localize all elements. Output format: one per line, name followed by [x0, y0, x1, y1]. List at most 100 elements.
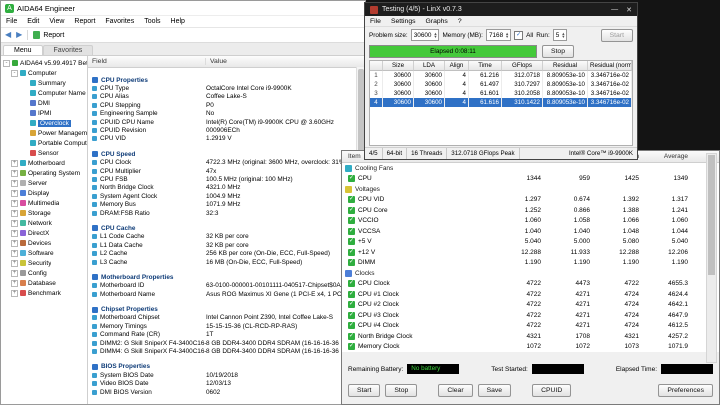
column-header-field[interactable]: Field — [88, 58, 206, 65]
checkbox-icon[interactable] — [348, 312, 355, 319]
expand-icon[interactable]: + — [11, 160, 18, 167]
header-gflops[interactable]: GFlops — [502, 61, 543, 71]
checkbox-icon[interactable] — [348, 249, 355, 256]
expand-icon[interactable]: - — [11, 70, 18, 77]
sensor-row[interactable]: DIMM 1.190 1.190 1.190 1.190 — [342, 258, 719, 269]
checkbox-icon[interactable] — [348, 196, 355, 203]
sensor-row[interactable]: Memory Clock 1072 1072 1073 1071.9 — [342, 342, 719, 353]
expand-icon[interactable]: + — [11, 290, 18, 297]
header-size[interactable]: Size — [383, 61, 414, 71]
table-row[interactable]: System BIOS Date 10/19/2018 — [88, 371, 365, 379]
checkbox-icon[interactable] — [348, 175, 355, 182]
tree-item[interactable]: + Config — [1, 268, 87, 278]
tree-item[interactable]: + Devices — [1, 238, 87, 248]
tree-item[interactable]: + Server — [1, 178, 87, 188]
table-row[interactable]: CPU Speed — [88, 150, 365, 158]
stability-button[interactable]: Preferences — [658, 384, 713, 397]
aida64-titlebar[interactable]: A AIDA64 Engineer — [1, 1, 365, 16]
expand-icon[interactable]: + — [11, 280, 18, 287]
table-row[interactable]: L2 Cache 256 KB per core (On-Die, ECC, F… — [88, 249, 365, 257]
header-residual[interactable]: Residual — [543, 61, 588, 71]
expand-icon[interactable]: + — [11, 270, 18, 277]
menu-item[interactable]: View — [44, 18, 69, 25]
tree-item[interactable]: DMI — [1, 98, 87, 108]
sensor-row[interactable]: CPU #3 Clock 4722 4271 4724 4647.9 — [342, 310, 719, 321]
minimize-icon[interactable]: — — [611, 6, 618, 14]
tree-item[interactable]: Overclock — [1, 118, 87, 128]
checkbox-icon[interactable] — [348, 228, 355, 235]
sensor-row[interactable]: Voltages — [342, 184, 719, 195]
table-row[interactable]: DMI BIOS Version 0602 — [88, 388, 365, 396]
stability-button[interactable]: Save — [478, 384, 512, 397]
expand-icon[interactable] — [21, 110, 28, 117]
stability-button[interactable]: Start — [348, 384, 380, 397]
table-row[interactable]: Motherboard ID 63-0100-000001-00101111-0… — [88, 282, 365, 290]
table-row[interactable]: DIMM4: G Skill SniperX F4-3400C16-16GSXW… — [88, 347, 365, 355]
checkbox-icon[interactable] — [348, 238, 355, 245]
checkbox-icon[interactable] — [348, 291, 355, 298]
menu-item[interactable]: Tools — [139, 18, 165, 25]
checkbox-icon[interactable] — [348, 343, 355, 350]
menu-item[interactable]: File — [1, 18, 22, 25]
checkbox-icon[interactable] — [348, 280, 355, 287]
expand-icon[interactable]: + — [11, 190, 18, 197]
table-row[interactable]: DRAM:FSB Ratio 32:3 — [88, 209, 365, 217]
column-header-value[interactable]: Value — [206, 58, 365, 65]
table-row[interactable]: BIOS Properties — [88, 363, 365, 371]
menu-item[interactable]: File — [365, 18, 386, 25]
sensor-row[interactable]: CPU #2 Clock 4722 4271 4724 4642.1 — [342, 300, 719, 311]
table-row[interactable]: Engineering Sample No — [88, 110, 365, 118]
sensor-scrollbar[interactable] — [706, 153, 717, 363]
sensor-row[interactable]: VCCIO 1.060 1.058 1.066 1.060 — [342, 216, 719, 227]
checkbox-icon[interactable] — [348, 333, 355, 340]
stability-button[interactable]: Clear — [438, 384, 472, 397]
stability-button[interactable]: Stop — [385, 384, 417, 397]
menu-item[interactable]: Settings — [386, 18, 421, 25]
spinner-arrows-icon[interactable]: ▲▼ — [561, 32, 565, 38]
table-row[interactable]: System Agent Clock 1004.9 MHz — [88, 192, 365, 200]
header-align[interactable]: Align — [445, 61, 469, 71]
expand-icon[interactable]: + — [11, 230, 18, 237]
expand-icon[interactable]: + — [11, 240, 18, 247]
result-row[interactable]: 4 30600 30600 4 61.616 310.1422 8.809053… — [370, 98, 632, 107]
back-icon[interactable]: ◀ — [5, 31, 11, 39]
tree-item[interactable]: + Multimedia — [1, 198, 87, 208]
tree-item[interactable]: + Network — [1, 218, 87, 228]
forward-icon[interactable]: ▶ — [16, 31, 22, 39]
tree-item[interactable]: Power Management — [1, 128, 87, 138]
expand-icon[interactable] — [21, 150, 28, 157]
table-row[interactable]: CPUID Revision 000906ECh — [88, 126, 365, 134]
tree-item[interactable]: + Storage — [1, 208, 87, 218]
menu-item[interactable]: Edit — [22, 18, 44, 25]
sensor-row[interactable]: Cooling Fans — [342, 163, 719, 174]
sensor-row[interactable]: +12 V 12.288 11.933 12.288 12.206 — [342, 247, 719, 258]
menu-item[interactable]: ? — [453, 18, 467, 25]
stability-button[interactable]: CPUID — [532, 384, 571, 397]
result-row[interactable]: 2 30600 30600 4 61.497 310.7297 8.809053… — [370, 80, 632, 89]
table-row[interactable]: Command Rate (CR) 1T — [88, 331, 365, 339]
tree-item[interactable]: + Security — [1, 258, 87, 268]
result-row[interactable]: 3 30600 30600 4 61.601 310.2058 8.809053… — [370, 89, 632, 98]
table-row[interactable]: Chipset Properties — [88, 305, 365, 313]
tree-item[interactable]: - AIDA64 v5.99.4917 Beta — [1, 58, 87, 68]
table-row[interactable]: CPU Type OctalCore Intel Core i9-9900K — [88, 84, 365, 92]
expand-icon[interactable]: + — [11, 250, 18, 257]
table-row[interactable]: CPUID CPU Name Intel(R) Core(TM) i9-9900… — [88, 118, 365, 126]
result-row[interactable]: 1 30600 30600 4 61.216 312.0718 8.809053… — [370, 71, 632, 80]
table-row[interactable]: L1 Code Cache 32 KB per core — [88, 233, 365, 241]
menu-item[interactable]: Graphs — [421, 18, 453, 25]
expand-icon[interactable] — [21, 100, 28, 107]
header-index[interactable] — [370, 61, 383, 71]
table-row[interactable]: Memory Timings 15-15-15-36 (CL-RCD-RP-RA… — [88, 322, 365, 330]
sensor-row[interactable]: Clocks — [342, 268, 719, 279]
table-row[interactable]: CPU Multiplier 47x — [88, 167, 365, 175]
table-row[interactable]: CPU VID 1.2919 V — [88, 135, 365, 143]
run-input[interactable]: 5▲▼ — [553, 29, 568, 41]
tree-item[interactable]: Portable Computer — [1, 138, 87, 148]
table-row[interactable]: CPU Properties — [88, 76, 365, 84]
expand-icon[interactable]: + — [11, 200, 18, 207]
table-row[interactable]: North Bridge Clock 4321.0 MHz — [88, 184, 365, 192]
tree-item[interactable]: + Operating System — [1, 168, 87, 178]
expand-icon[interactable]: + — [11, 260, 18, 267]
header-lda[interactable]: LDA — [414, 61, 445, 71]
